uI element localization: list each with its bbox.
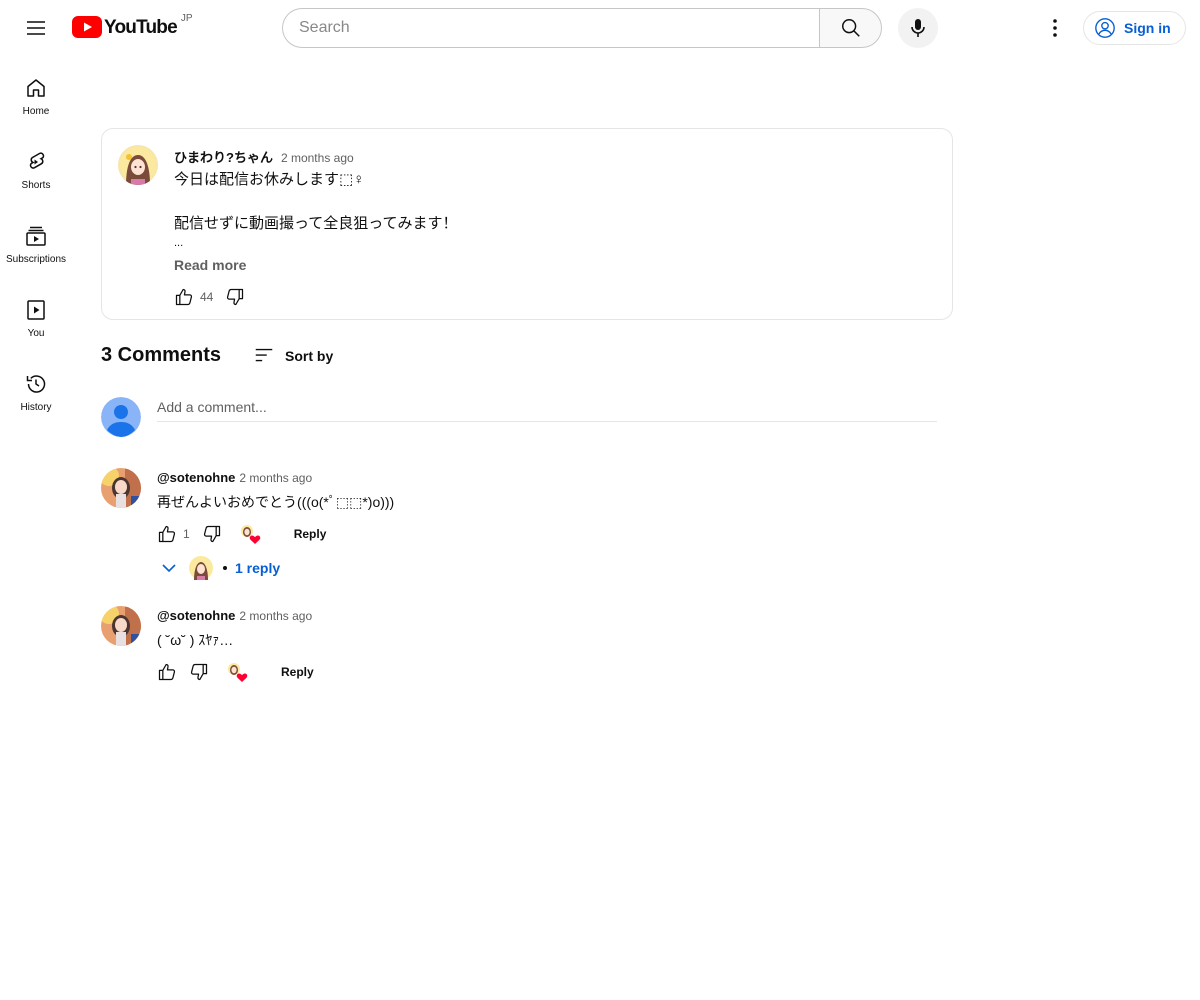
dislike-button[interactable] bbox=[221, 283, 249, 311]
sidebar-item-home[interactable]: Home bbox=[0, 56, 72, 130]
comments-count: 3 Comments bbox=[101, 344, 222, 366]
post-text-line-2: 配信せずに動画撮って全良狙ってみます！ bbox=[174, 215, 458, 232]
comment-like-button[interactable] bbox=[153, 520, 181, 548]
hamburger-icon bbox=[27, 21, 45, 35]
search-icon bbox=[841, 19, 860, 37]
anime-girl-avatar-icon bbox=[118, 145, 158, 185]
sort-by-button[interactable]: Sort by bbox=[253, 345, 333, 367]
region-code: JP bbox=[180, 13, 193, 24]
post-text-line-1: 今日は配信お休みします⬚♀ bbox=[174, 171, 365, 188]
thumbs-down-icon bbox=[190, 663, 208, 681]
comment-like-button[interactable] bbox=[153, 658, 181, 686]
history-icon bbox=[26, 375, 46, 393]
default-user-avatar-icon bbox=[101, 397, 141, 437]
comment-timestamp[interactable]: 2 months ago bbox=[239, 471, 312, 485]
sign-in-label: Sign in bbox=[1124, 20, 1171, 36]
you-icon bbox=[27, 300, 45, 320]
sort-icon bbox=[255, 348, 273, 361]
like-count: 44 bbox=[200, 290, 214, 304]
post-author-avatar[interactable] bbox=[118, 145, 158, 185]
sidebar-item-label: Shorts bbox=[21, 180, 51, 191]
comment-dislike-button[interactable] bbox=[198, 520, 226, 548]
thumbs-up-icon bbox=[158, 663, 176, 681]
creator-heart-badge bbox=[225, 660, 249, 684]
sidebar-item-you[interactable]: You bbox=[0, 278, 72, 352]
user-photo-avatar-icon bbox=[101, 468, 141, 508]
add-comment-box bbox=[101, 397, 937, 437]
sign-in-button[interactable]: Sign in bbox=[1083, 11, 1186, 45]
sidebar-item-label: History bbox=[20, 402, 52, 413]
add-comment-input[interactable] bbox=[157, 397, 937, 422]
comment-action-bar: Reply bbox=[153, 658, 318, 686]
creator-heart-badge bbox=[238, 522, 262, 546]
reply-author-avatar-icon bbox=[189, 556, 213, 580]
thumbs-up-icon bbox=[158, 525, 176, 543]
community-post: ひまわり?ちゃん 2 months ago 今日は配信お休みします⬚♀ 配信せず… bbox=[101, 128, 953, 320]
sort-by-label: Sort by bbox=[285, 347, 334, 364]
voice-search-button[interactable] bbox=[898, 8, 938, 48]
comment-header: @sotenohne 2 months ago bbox=[157, 470, 312, 485]
post-author-name[interactable]: ひまわり?ちゃん bbox=[174, 147, 273, 166]
reply-button[interactable]: Reply bbox=[277, 659, 318, 685]
logo-wordmark: YouTube bbox=[104, 17, 178, 38]
post-text-ellipsis: ... bbox=[174, 237, 184, 249]
view-replies-button[interactable]: 1 reply bbox=[157, 556, 280, 580]
sidebar-item-shorts[interactable]: Shorts bbox=[0, 130, 72, 204]
comments-header: 3 Comments Sort by bbox=[101, 344, 333, 367]
comment-author-name[interactable]: @sotenohne bbox=[157, 470, 235, 485]
current-user-avatar bbox=[101, 397, 141, 437]
comment-thread: @sotenohne 2 months ago ( ˘ω˘ ) ｽﾔｧ… Rep… bbox=[101, 606, 937, 690]
comment-action-bar: 1 Reply bbox=[153, 520, 330, 548]
sidebar-item-label: You bbox=[27, 328, 45, 339]
microphone-icon bbox=[911, 19, 925, 37]
home-icon bbox=[27, 79, 45, 97]
search-input[interactable] bbox=[282, 8, 819, 48]
creator-heart-icon bbox=[240, 525, 260, 544]
comment-like-count: 1 bbox=[183, 527, 190, 541]
account-circle-icon bbox=[1095, 18, 1115, 38]
post-timestamp[interactable]: 2 months ago bbox=[281, 151, 354, 165]
search-button[interactable] bbox=[819, 8, 882, 48]
like-button[interactable] bbox=[170, 283, 198, 311]
thumbs-up-icon bbox=[175, 288, 193, 306]
creator-heart-icon bbox=[228, 663, 248, 682]
comment-thread: @sotenohne 2 months ago 再ぜんよいおめでとう(((o(*… bbox=[101, 468, 937, 588]
search-box bbox=[282, 8, 882, 48]
settings-menu-button[interactable] bbox=[1035, 8, 1075, 48]
comment-author-avatar[interactable] bbox=[101, 468, 141, 508]
read-more-button[interactable]: Read more bbox=[174, 257, 246, 273]
shorts-icon bbox=[29, 152, 45, 169]
youtube-play-icon bbox=[72, 16, 102, 38]
comment-header: @sotenohne 2 months ago bbox=[157, 608, 312, 623]
reply-button[interactable]: Reply bbox=[290, 521, 331, 547]
comment-text: ( ˘ω˘ ) ｽﾔｧ… bbox=[157, 632, 234, 648]
youtube-logo[interactable]: YouTube JP bbox=[72, 13, 193, 40]
mini-guide: Home Shorts Subscriptions You History bbox=[0, 56, 72, 426]
post-action-bar: 44 bbox=[170, 283, 249, 311]
replies-count-label: 1 reply bbox=[235, 560, 281, 576]
thumbs-down-icon bbox=[227, 288, 244, 306]
sidebar-item-subscriptions[interactable]: Subscriptions bbox=[0, 204, 72, 278]
sidebar-item-label: Subscriptions bbox=[5, 254, 67, 265]
more-vert-icon bbox=[1053, 19, 1057, 37]
chevron-down-icon bbox=[162, 564, 176, 573]
comment-dislike-button[interactable] bbox=[185, 658, 213, 686]
sidebar-item-history[interactable]: History bbox=[0, 352, 72, 426]
user-photo-avatar-icon bbox=[101, 606, 141, 646]
masthead: YouTube JP Sign in bbox=[0, 0, 1200, 56]
subscriptions-icon bbox=[26, 226, 46, 246]
sidebar-item-label: Home bbox=[22, 106, 50, 117]
comment-author-name[interactable]: @sotenohne bbox=[157, 608, 235, 623]
comment-author-avatar[interactable] bbox=[101, 606, 141, 646]
separator-dot bbox=[223, 566, 227, 570]
post-header: ひまわり?ちゃん 2 months ago bbox=[174, 147, 354, 166]
comment-text: 再ぜんよいおめでとう(((o(*ﾟ⬚⬚*)o))) bbox=[157, 494, 395, 510]
guide-menu-button[interactable] bbox=[16, 8, 56, 48]
comment-timestamp[interactable]: 2 months ago bbox=[239, 609, 312, 623]
thumbs-down-icon bbox=[203, 525, 220, 543]
